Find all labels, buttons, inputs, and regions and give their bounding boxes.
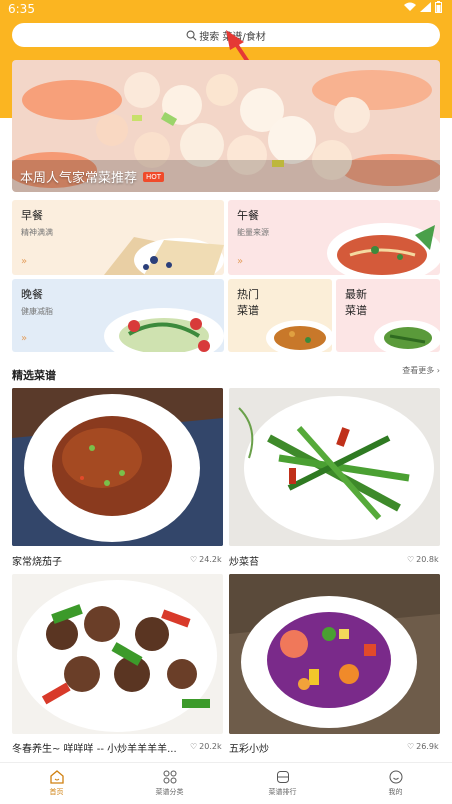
newest-image: [374, 320, 440, 352]
tab-categories[interactable]: 菜谱分类: [113, 763, 226, 804]
hot-badge: HOT: [143, 171, 165, 182]
bottom-nav: 首页 菜谱分类 菜谱排行 我的: [0, 762, 452, 804]
recipe-image-eggplant[interactable]: [12, 388, 223, 546]
recipe-image-greens[interactable]: [229, 388, 440, 546]
category-newest[interactable]: 最新 菜谱: [336, 279, 440, 352]
recipe-image-lamb[interactable]: [12, 574, 223, 734]
battery-icon: [435, 1, 442, 13]
tab-home[interactable]: 首页: [0, 763, 113, 804]
likes-count: 26.9k: [416, 742, 439, 751]
ranking-icon: [276, 771, 289, 783]
popular-image: [266, 320, 332, 352]
status-time: 6:35: [8, 2, 35, 16]
tab-label: 菜谱排行: [268, 788, 297, 796]
tab-profile[interactable]: 我的: [339, 763, 452, 804]
recipe-name[interactable]: 家常烧茄子: [12, 553, 182, 568]
chevron-right-icon: »: [237, 256, 244, 267]
breakfast-image: [104, 237, 224, 275]
dinner-image: [104, 308, 224, 352]
category-title: 午餐: [237, 209, 259, 222]
tab-label: 首页: [49, 788, 64, 796]
recipe-image-colorful[interactable]: [229, 574, 440, 734]
chevron-right-icon: »: [21, 333, 28, 344]
signal-icon: [420, 2, 431, 12]
heart-icon: ♡: [190, 742, 198, 751]
recipe-likes: ♡ 20.8k: [407, 555, 439, 564]
lamb-dish: [12, 574, 223, 734]
category-breakfast[interactable]: 早餐 精神满满 »: [12, 200, 224, 275]
smile-icon: [389, 770, 402, 784]
search-icon: [186, 30, 197, 40]
home-icon: [49, 770, 64, 784]
recipe-name[interactable]: 炒菜苔: [229, 553, 399, 568]
greens-dish: [229, 388, 440, 546]
likes-count: 20.2k: [199, 742, 222, 751]
category-title: 晚餐: [21, 288, 43, 301]
heart-icon: ♡: [407, 555, 415, 564]
heart-icon: ♡: [407, 742, 415, 751]
category-title: 最新 菜谱: [345, 288, 367, 317]
see-more-label: 查看更多: [402, 366, 435, 375]
recipe-likes: ♡ 26.9k: [407, 742, 439, 751]
colorful-dish: [229, 574, 440, 734]
tab-label: 我的: [388, 788, 403, 796]
system-icons: [404, 1, 442, 13]
tab-label: 菜谱分类: [155, 788, 184, 796]
status-bar: 6:35: [0, 0, 452, 20]
category-title: 热门 菜谱: [237, 288, 259, 317]
featured-banner[interactable]: 本周人气家常菜推荐 HOT: [12, 60, 440, 192]
see-more-link[interactable]: 查看更多 ›: [402, 365, 440, 376]
category-popular[interactable]: 热门 菜谱: [228, 279, 332, 352]
category-lunch[interactable]: 午餐 能量来源 »: [228, 200, 440, 275]
likes-count: 20.8k: [416, 555, 439, 564]
featured-section-header: 精选菜谱 查看更多 ›: [12, 364, 440, 382]
recipe-likes: ♡ 20.2k: [190, 742, 222, 751]
category-dinner[interactable]: 晚餐 健康减脂 »: [12, 279, 224, 352]
likes-count: 24.2k: [199, 555, 222, 564]
wifi-icon: [404, 2, 416, 11]
heart-icon: ♡: [190, 555, 198, 564]
section-title: 精选菜谱: [12, 369, 56, 382]
category-subtitle: 能量来源: [237, 228, 269, 237]
eggplant-dish: [12, 388, 223, 546]
recipe-likes: ♡ 24.2k: [190, 555, 222, 564]
chevron-right-icon: »: [21, 256, 28, 267]
grid-icon: [163, 770, 176, 784]
category-subtitle: 精神满满: [21, 228, 53, 237]
tab-ranking[interactable]: 菜谱排行: [226, 763, 339, 804]
banner-title: 本周人气家常菜推荐: [20, 171, 138, 186]
lunch-image: [327, 223, 440, 275]
category-subtitle: 健康减脂: [21, 307, 53, 316]
recipe-name[interactable]: 五彩小炒: [229, 740, 399, 755]
banner-caption: 本周人气家常菜推荐 HOT: [20, 167, 165, 186]
category-title: 早餐: [21, 209, 43, 222]
recipe-name[interactable]: 冬春养生~ 咩咩咩 -- 小炒羊羊羊羊...: [12, 740, 184, 755]
